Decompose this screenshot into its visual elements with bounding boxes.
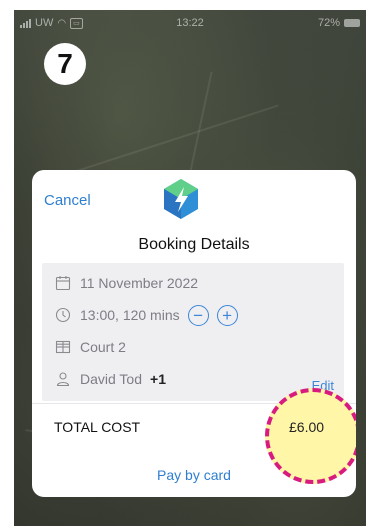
cancel-button[interactable]: Cancel (44, 192, 91, 209)
decrease-duration-button[interactable]: − (187, 304, 209, 326)
clock-icon (54, 306, 72, 324)
status-bar: UW ◠ ▭ 13:22 72% (14, 10, 366, 36)
booking-details-dialog: Cancel Booking Details 11 November 2022 … (32, 170, 356, 497)
pay-by-card-button[interactable]: Pay by card (32, 467, 356, 483)
players-row: David Tod +1 (54, 369, 166, 389)
battery-icon (344, 19, 360, 27)
person-icon (54, 370, 72, 388)
total-cost-row: TOTAL COST £6.00 (32, 388, 356, 484)
dialog-title: Booking Details (138, 236, 250, 253)
total-cost-label: TOTAL COST (54, 419, 141, 435)
total-cost-value: £6.00 (289, 419, 325, 435)
date-row: 11 November 2022 (54, 273, 198, 293)
court-name: Court 2 (80, 339, 126, 355)
app-logo-icon (162, 178, 200, 220)
status-time: 13:22 (176, 17, 204, 29)
calendar-icon (54, 274, 72, 292)
increase-duration-button[interactable]: + (216, 304, 238, 326)
booking-time-duration: 13:00, 120 mins (80, 307, 180, 323)
court-row: Court 2 (54, 337, 126, 357)
status-right: 72% (318, 17, 360, 29)
extra-players-count: +1 (150, 371, 166, 387)
booking-details-panel: 11 November 2022 13:00, 120 mins − + Cou… (42, 263, 344, 401)
booking-date: 11 November 2022 (80, 275, 199, 291)
grid-icon (54, 338, 72, 356)
battery-percent: 72% (317, 17, 340, 29)
player-name: David Tod (80, 371, 143, 387)
step-number-badge: 7 (44, 43, 86, 85)
time-row: 13:00, 120 mins − + (54, 304, 238, 326)
